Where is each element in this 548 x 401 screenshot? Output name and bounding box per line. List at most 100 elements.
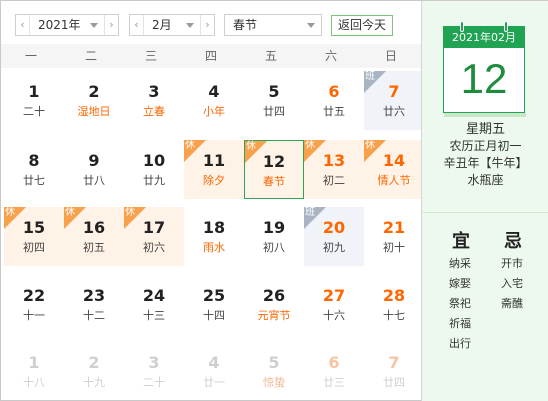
- yi-item: 嫁娶: [449, 277, 471, 290]
- ji-list: 开市 入宅 斋醮: [501, 254, 523, 314]
- day-number: 1: [28, 82, 40, 101]
- lunar-date-text: 农历正月初一: [449, 139, 522, 153]
- day-number: 15: [22, 218, 46, 237]
- day-number: 3: [148, 82, 160, 101]
- lunar-date-label: 立春: [143, 105, 165, 118]
- lunar-date-label: 廿七: [23, 174, 45, 187]
- day-cell[interactable]: 5 廿四: [244, 71, 304, 130]
- panel-divider: [422, 212, 548, 213]
- day-cell[interactable]: 22 十一: [4, 275, 64, 334]
- day-cell[interactable]: 班 20 初九: [304, 207, 364, 266]
- festival-select[interactable]: 春节: [224, 14, 322, 36]
- day-number: 21: [382, 218, 406, 237]
- next-year-icon[interactable]: ›: [104, 15, 118, 35]
- day-cell[interactable]: 休 13 初二: [304, 140, 364, 199]
- lunar-date-label: 春节: [263, 175, 285, 188]
- day-number: 24: [142, 286, 166, 305]
- lunar-date-label: 十二: [83, 309, 105, 322]
- day-cell[interactable]: 9 廿八: [64, 140, 124, 199]
- lunar-date-label: 初五: [83, 241, 105, 254]
- day-number: 17: [142, 218, 166, 237]
- lunar-date-label: 廿八: [83, 174, 105, 187]
- day-number: 3: [148, 353, 160, 372]
- day-cell[interactable]: 23 十二: [64, 275, 124, 334]
- day-number: 19: [262, 218, 286, 237]
- day-cell[interactable]: 21 初十: [364, 207, 424, 266]
- day-cell[interactable]: 10 廿九: [124, 140, 184, 199]
- card-shadow: [444, 113, 526, 117]
- yi-item: 祈福: [449, 317, 471, 330]
- day-number: 13: [322, 151, 346, 170]
- day-cell[interactable]: 4 廿一: [184, 342, 244, 401]
- card-header: 2021年02月: [444, 27, 524, 48]
- day-cell[interactable]: 8 廿七: [4, 140, 64, 199]
- back-to-today-button[interactable]: 返回今天: [331, 15, 393, 36]
- lunar-date-label: 初六: [143, 241, 165, 254]
- day-cell[interactable]: 2 十九: [64, 342, 124, 401]
- prev-month-icon[interactable]: ‹: [130, 15, 144, 35]
- day-cell[interactable]: 26 元宵节: [244, 275, 304, 334]
- day-cell[interactable]: 3 立春: [124, 71, 184, 130]
- day-cell[interactable]: 6 廿五: [304, 71, 364, 130]
- day-cell[interactable]: 班 7 廿六: [364, 71, 424, 130]
- day-cell[interactable]: 18 雨水: [184, 207, 244, 266]
- lunar-date-label: 初十: [383, 241, 405, 254]
- year-select[interactable]: ‹ 2021年 ›: [15, 14, 119, 36]
- next-month-icon[interactable]: ›: [200, 15, 214, 35]
- day-cell-selected[interactable]: 休 12 春节: [244, 140, 304, 199]
- lunar-date-label: 小年: [203, 105, 225, 118]
- day-cell[interactable]: 2 湿地日: [64, 71, 124, 130]
- day-cell[interactable]: 休 16 初五: [64, 207, 124, 266]
- ji-title: 忌: [504, 231, 522, 252]
- day-cell[interactable]: 19 初八: [244, 207, 304, 266]
- day-cell[interactable]: 3 二十: [124, 342, 184, 401]
- day-number: 5: [268, 82, 280, 101]
- day-number: 18: [202, 218, 226, 237]
- day-number: 2: [88, 82, 100, 101]
- lunar-date-label: 初八: [263, 241, 285, 254]
- month-select[interactable]: ‹ 2月 ›: [129, 14, 215, 36]
- day-number: 23: [82, 286, 106, 305]
- day-number: 9: [88, 151, 100, 170]
- binder-ring-icon: [504, 21, 508, 32]
- lunar-date-label: 十七: [383, 309, 405, 322]
- lunar-date-label: 初二: [323, 174, 345, 187]
- day-number: 10: [142, 151, 166, 170]
- binder-ring-icon: [460, 21, 464, 32]
- day-cell[interactable]: 27 十六: [304, 275, 364, 334]
- lunar-date-label: 除夕: [203, 174, 225, 187]
- day-number: 6: [328, 82, 340, 101]
- lunar-date-label: 廿一: [203, 376, 225, 389]
- day-cell[interactable]: 休 11 除夕: [184, 140, 244, 199]
- lunar-date-label: 初九: [323, 241, 345, 254]
- day-cell[interactable]: 5 惊蛰: [244, 342, 304, 401]
- lunar-date-label: 初四: [23, 241, 45, 254]
- day-cell[interactable]: 24 十三: [124, 275, 184, 334]
- day-number: 4: [208, 353, 220, 372]
- day-cell[interactable]: 4 小年: [184, 71, 244, 130]
- day-number: 27: [322, 286, 346, 305]
- day-cell[interactable]: 休 15 初四: [4, 207, 64, 266]
- lunar-date-label: 十三: [143, 309, 165, 322]
- day-number: 7: [388, 353, 400, 372]
- day-cell[interactable]: 休 17 初六: [124, 207, 184, 266]
- day-cell[interactable]: 1 十八: [4, 342, 64, 401]
- lunar-date-label: 廿四: [383, 376, 405, 389]
- lunar-date-label: 廿九: [143, 174, 165, 187]
- day-cell[interactable]: 28 十七: [364, 275, 424, 334]
- day-cell[interactable]: 1 二十: [4, 71, 64, 130]
- day-number: 14: [382, 151, 406, 170]
- weekday-label: 二: [84, 49, 97, 63]
- yi-item: 祭祀: [449, 297, 471, 310]
- day-cell[interactable]: 6 廿三: [304, 342, 364, 401]
- lunar-date-label: 十四: [203, 309, 225, 322]
- day-cell[interactable]: 25 十四: [184, 275, 244, 334]
- lunar-date-label: 廿四: [263, 105, 285, 118]
- weekday-header: 一 二 三 四 五 六 日: [1, 44, 421, 68]
- lunar-date-label: 廿六: [383, 105, 405, 118]
- day-cell[interactable]: 休 14 情人节: [364, 140, 424, 199]
- caret-down-icon: [307, 23, 315, 28]
- day-cell[interactable]: 7 廿四: [364, 342, 424, 401]
- prev-year-icon[interactable]: ‹: [16, 15, 30, 35]
- day-number: 20: [322, 218, 346, 237]
